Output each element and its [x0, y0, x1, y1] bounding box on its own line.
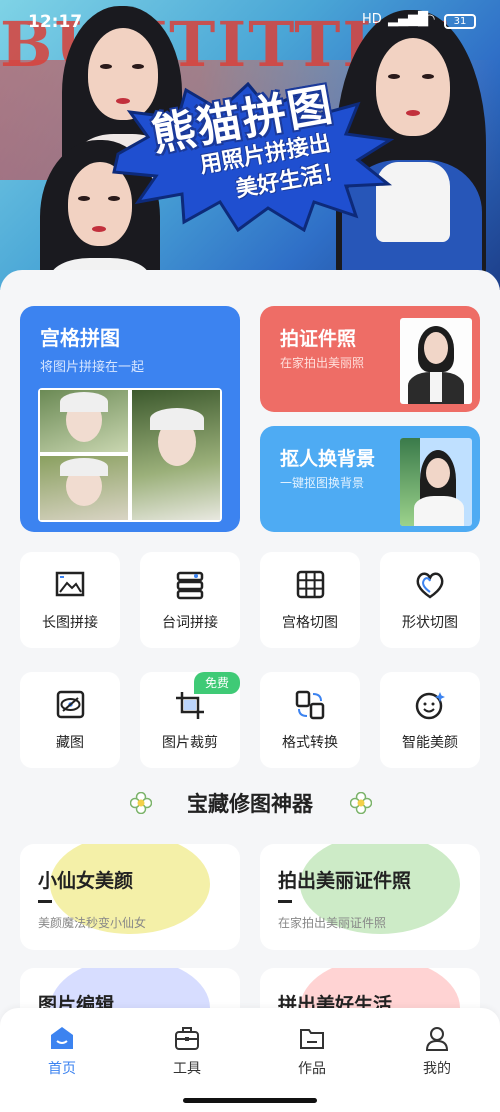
profile-icon	[425, 1027, 449, 1051]
hero-banner[interactable]: BUNTITTHE 熊猫拼图 用照片拼接出 美好生活！ 12:17 HD ▂▄▆…	[0, 0, 500, 290]
tool-label: 智能美颜	[402, 735, 458, 751]
card-subtitle: 一键抠图换背景	[280, 476, 365, 490]
tool-caption-stitch[interactable]: 台词拼接	[140, 552, 240, 648]
tab-home[interactable]: 首页	[22, 1022, 102, 1082]
feature-title: 拍出美丽证件照	[278, 870, 412, 892]
tool-long-image-stitch[interactable]: 长图拼接	[20, 552, 120, 648]
tool-hide-image[interactable]: 藏图	[20, 672, 120, 768]
title-underline	[38, 900, 52, 903]
id-photo-preview-image	[400, 318, 472, 404]
wifi-icon: ◠	[424, 12, 436, 27]
grid-icon	[296, 570, 325, 599]
convert-icon	[295, 690, 325, 720]
grid-collage-card[interactable]: 宫格拼图 将图片拼接在一起	[20, 306, 240, 532]
flower-icon	[350, 792, 372, 814]
eye-hide-icon	[56, 690, 85, 719]
tab-label: 工具	[173, 1061, 201, 1077]
tool-label: 长图拼接	[42, 615, 98, 631]
card-title: 抠人换背景	[280, 448, 376, 470]
tool-label: 台词拼接	[162, 615, 218, 631]
tab-profile[interactable]: 我的	[397, 1022, 477, 1082]
title-underline	[278, 900, 292, 903]
tool-label: 格式转换	[282, 735, 338, 751]
status-bar: 12:17 HD ▂▄▆█ ◠ 31	[0, 0, 500, 40]
card-subtitle: 在家拍出美丽照	[280, 356, 365, 370]
collage-preview-image	[38, 388, 222, 522]
feature-subtitle: 在家拍出美丽证件照	[278, 916, 387, 930]
cutout-preview-image	[400, 438, 472, 526]
crop-icon	[176, 692, 204, 719]
home-icon	[51, 1027, 73, 1049]
image-stack-icon	[55, 571, 85, 597]
free-badge: 免费	[194, 672, 240, 694]
tool-smart-beauty[interactable]: 智能美颜	[380, 672, 480, 768]
home-indicator	[183, 1098, 317, 1103]
smile-icon	[415, 692, 445, 720]
tab-label: 首页	[48, 1061, 76, 1077]
battery-icon: 31	[444, 14, 476, 29]
feature-card-fairy-beauty[interactable]: 小仙女美颜 美颜魔法秒变小仙女	[20, 844, 240, 950]
card-subtitle: 将图片拼接在一起	[40, 360, 145, 375]
tool-format-convert[interactable]: 格式转换	[260, 672, 360, 768]
tool-label: 图片裁剪	[162, 735, 218, 751]
status-time: 12:17	[28, 12, 83, 32]
tab-tools[interactable]: 工具	[147, 1022, 227, 1082]
cellular-icon: ▂▄▆█	[388, 12, 428, 27]
folder-icon	[300, 1029, 324, 1049]
tool-shape-cut[interactable]: 形状切图	[380, 552, 480, 648]
tool-label: 藏图	[56, 735, 84, 751]
section-title: 宝藏修图神器	[187, 792, 313, 816]
signal-icon: HD	[362, 12, 382, 27]
tool-label: 形状切图	[402, 615, 458, 631]
tool-label: 宫格切图	[282, 615, 338, 631]
tab-label: 作品	[298, 1061, 326, 1077]
heart-icon	[416, 572, 444, 599]
feature-card-id-photo[interactable]: 拍出美丽证件照 在家拍出美丽证件照	[260, 844, 480, 950]
tab-works[interactable]: 作品	[272, 1022, 352, 1082]
tool-grid-cut[interactable]: 宫格切图	[260, 552, 360, 648]
toolbox-icon	[175, 1027, 199, 1050]
card-title: 宫格拼图	[40, 326, 120, 350]
card-title: 拍证件照	[280, 328, 357, 350]
caption-stack-icon	[176, 571, 204, 600]
tab-label: 我的	[423, 1061, 451, 1077]
feature-subtitle: 美颜魔法秒变小仙女	[38, 916, 147, 930]
feature-title: 小仙女美颜	[38, 870, 134, 892]
